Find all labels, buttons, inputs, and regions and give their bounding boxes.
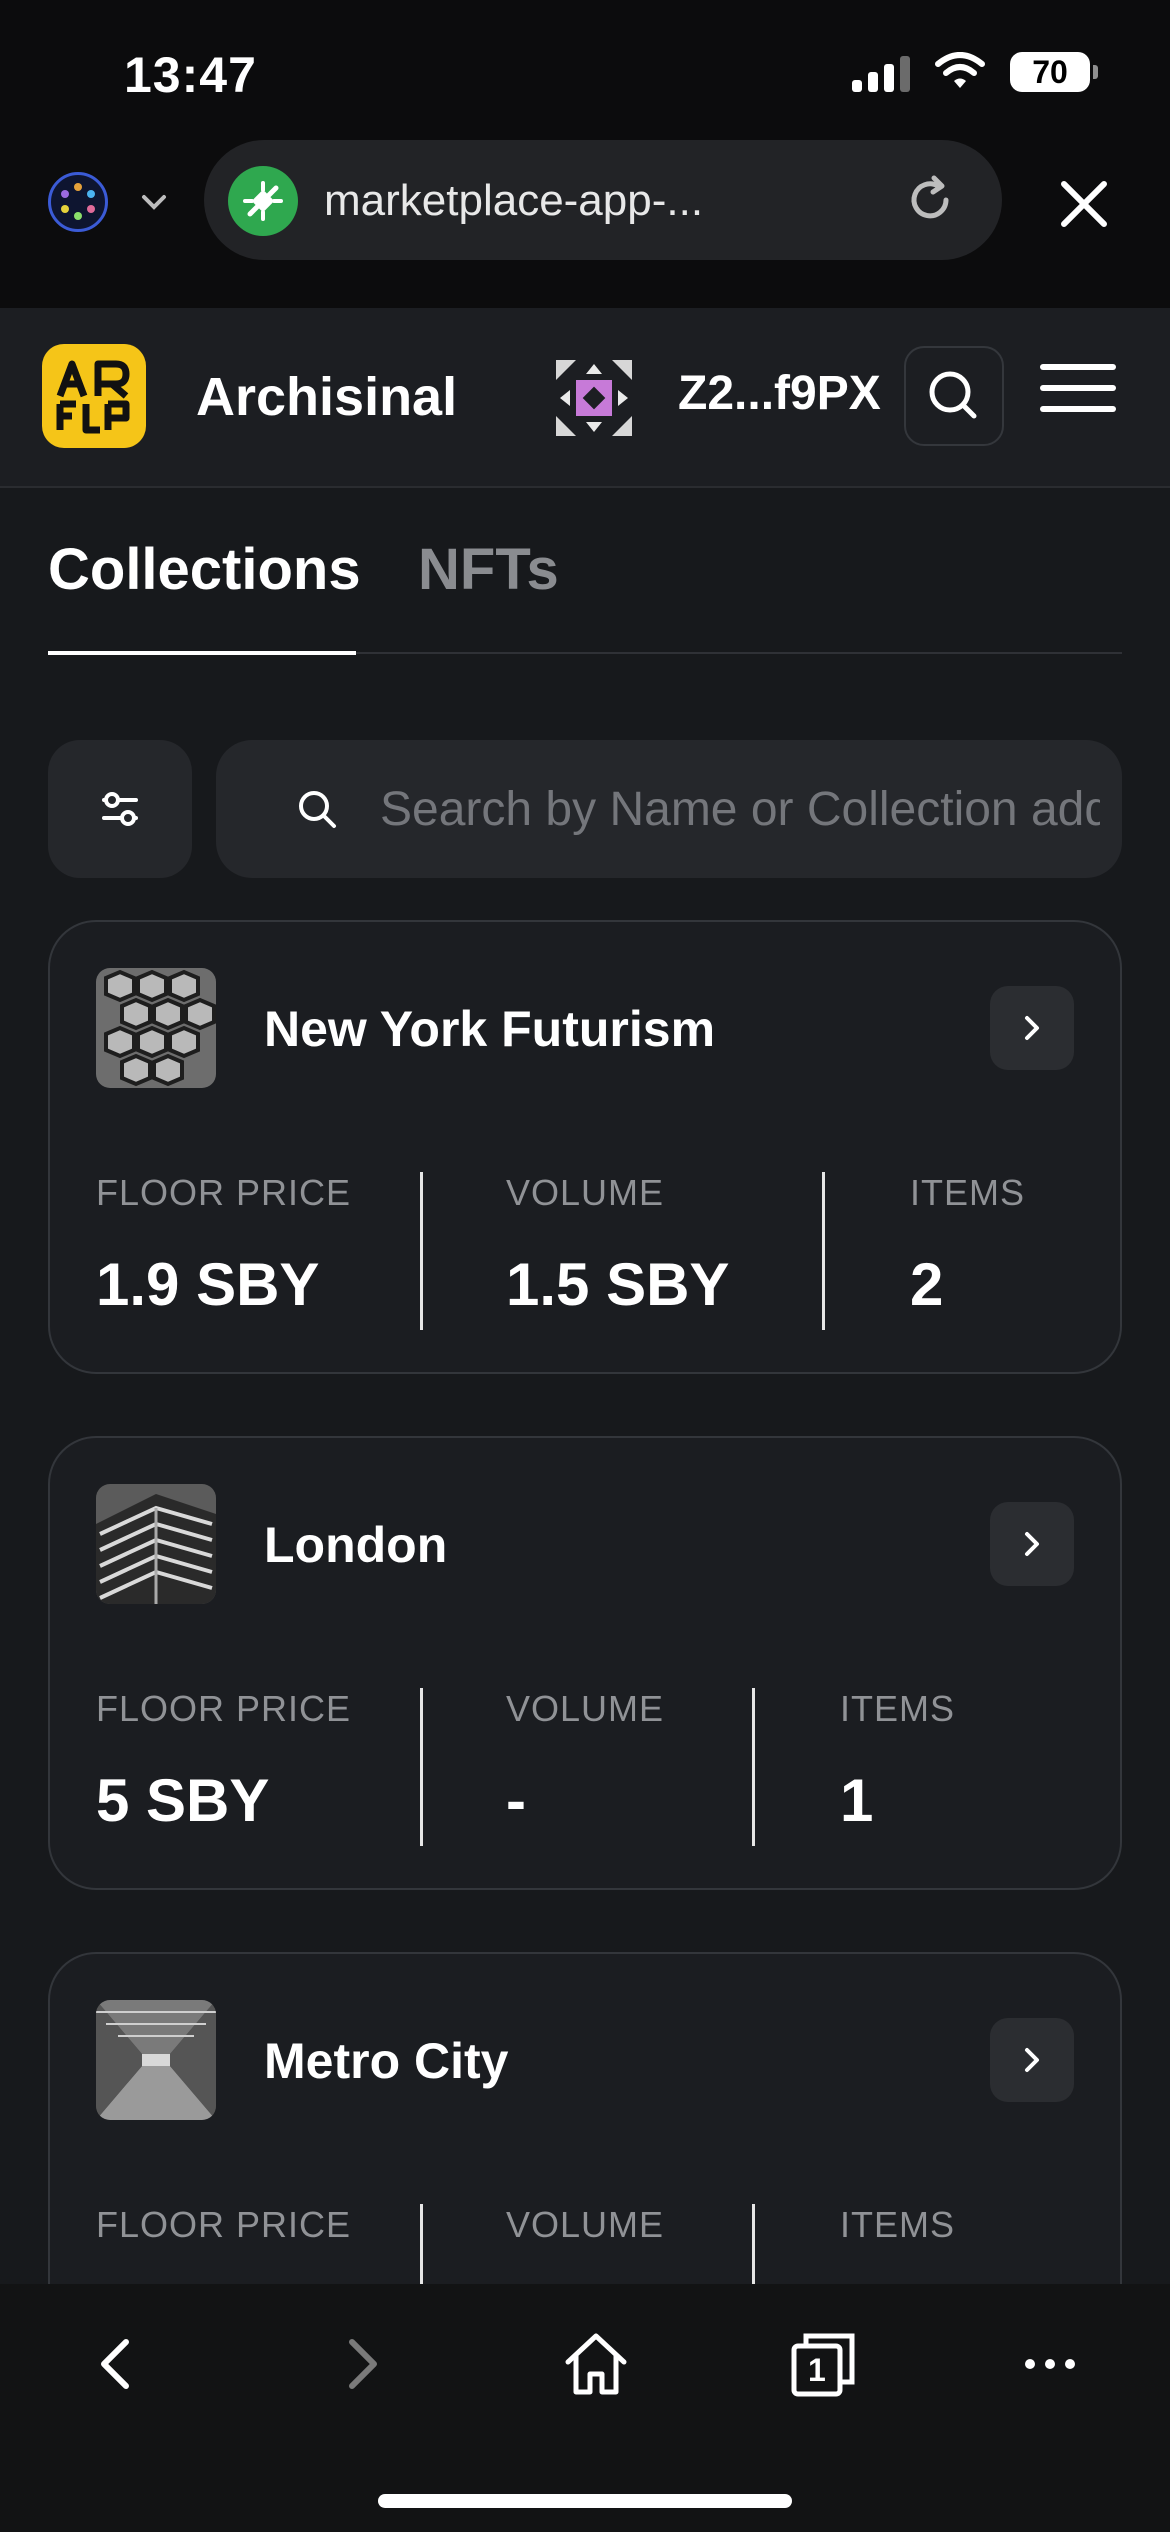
app-header: Archisinal Z2...f9PX — [0, 308, 1170, 488]
volume-stat: VOLUME — [506, 2204, 664, 2282]
stat-divider — [752, 2204, 755, 2284]
tabs-icon[interactable]: 1 — [790, 2332, 856, 2398]
site-security-icon — [228, 166, 298, 236]
search-input[interactable] — [380, 740, 1100, 878]
floor-price-stat: FLOOR PRICE 1.9 SBY — [96, 1172, 351, 1319]
stat-divider — [420, 1172, 423, 1330]
chevron-right-icon — [1025, 2048, 1039, 2072]
active-tab-indicator — [48, 651, 356, 655]
stat-divider — [420, 2204, 423, 2284]
url-text: marketplace-app-... — [324, 176, 704, 225]
search-icon — [929, 371, 977, 419]
open-collection-button[interactable] — [990, 986, 1074, 1070]
items-stat: ITEMS 1 — [840, 1688, 955, 1835]
browser-address-bar: marketplace-app-... — [0, 140, 1170, 264]
floor-price-stat: FLOOR PRICE — [96, 2204, 351, 2282]
items-label: ITEMS — [840, 2204, 956, 2245]
collection-card[interactable]: London FLOOR PRICE 5 SBY VOLUME - ITEMS … — [48, 1436, 1122, 1890]
volume-value: - — [506, 1767, 526, 1834]
wifi-icon — [935, 52, 985, 88]
collection-thumbnail — [96, 968, 216, 1088]
filter-sliders-icon — [102, 792, 138, 826]
open-collection-button[interactable] — [990, 2018, 1074, 2102]
items-stat: ITEMS — [840, 2204, 955, 2282]
browser-chrome: 13:47 70 marketplace-app-... — [0, 0, 1170, 308]
collection-name: Metro City — [264, 2033, 509, 2089]
volume-label: VOLUME — [506, 1688, 665, 1729]
floor-price-stat: FLOOR PRICE 5 SBY — [96, 1688, 351, 1835]
archisinal-logo[interactable] — [42, 344, 146, 448]
status-time: 13:47 — [124, 47, 257, 103]
close-icon[interactable] — [1054, 174, 1114, 234]
header-search-button[interactable] — [904, 346, 1004, 446]
wallet-address[interactable]: Z2...f9PX — [678, 366, 881, 421]
collection-thumbnail — [96, 1484, 216, 1604]
chevron-right-icon — [1025, 1532, 1039, 1556]
chevron-down-icon[interactable] — [134, 182, 174, 222]
cellular-signal-icon — [852, 52, 910, 92]
stat-divider — [822, 1172, 825, 1330]
hamburger-menu-icon[interactable] — [1040, 364, 1116, 428]
tab-collections[interactable]: Collections — [48, 536, 361, 603]
network-switch-icon[interactable] — [48, 172, 108, 232]
wallet-avatar-icon[interactable] — [556, 360, 632, 436]
filter-button[interactable] — [48, 740, 192, 878]
floor-price-label: FLOOR PRICE — [96, 1688, 352, 1729]
volume-label: VOLUME — [506, 1172, 665, 1213]
floor-price-value: 1.9 SBY — [96, 1251, 320, 1318]
items-value: 2 — [910, 1251, 944, 1318]
collection-thumbnail — [96, 2000, 216, 2120]
tab-nfts[interactable]: NFTs — [418, 536, 559, 603]
floor-price-label: FLOOR PRICE — [96, 1172, 352, 1213]
status-icons: 70 — [852, 52, 1098, 92]
items-label: ITEMS — [910, 1172, 1026, 1213]
volume-label: VOLUME — [506, 2204, 665, 2245]
search-icon — [299, 791, 336, 828]
collection-card[interactable]: Metro City FLOOR PRICE VOLUME ITEMS — [48, 1952, 1122, 2284]
chevron-right-icon — [1025, 1016, 1039, 1040]
items-stat: ITEMS 2 — [910, 1172, 1025, 1319]
floor-price-value: 5 SBY — [96, 1767, 270, 1834]
floor-price-label: FLOOR PRICE — [96, 2204, 352, 2245]
reload-icon[interactable] — [902, 172, 958, 228]
collection-tabs: Collections NFTs — [48, 536, 1122, 655]
url-bar[interactable]: marketplace-app-... — [204, 140, 1002, 260]
battery-icon: 70 — [1010, 52, 1098, 92]
stat-divider — [420, 1688, 423, 1846]
home-icon[interactable] — [556, 2324, 636, 2404]
back-icon[interactable] — [78, 2324, 158, 2404]
items-value: 1 — [840, 1767, 874, 1834]
tab-count: 1 — [808, 2352, 826, 2388]
collection-name: London — [264, 1517, 448, 1573]
home-indicator — [378, 2494, 792, 2508]
battery-level: 70 — [1032, 53, 1068, 90]
search-field — [216, 740, 1122, 878]
more-icon[interactable] — [1010, 2324, 1090, 2404]
stat-divider — [752, 1688, 755, 1846]
open-collection-button[interactable] — [990, 1502, 1074, 1586]
collection-name: New York Futurism — [264, 1001, 716, 1057]
collection-card[interactable]: New York Futurism FLOOR PRICE 1.9 SBY VO… — [48, 920, 1122, 1374]
brand-name[interactable]: Archisinal — [196, 366, 457, 428]
items-label: ITEMS — [840, 1688, 956, 1729]
volume-value: 1.5 SBY — [506, 1251, 730, 1318]
forward-icon[interactable] — [320, 2324, 400, 2404]
volume-stat: VOLUME - — [506, 1688, 664, 1835]
collections-list: New York Futurism FLOOR PRICE 1.9 SBY VO… — [0, 920, 1170, 2284]
volume-stat: VOLUME 1.5 SBY — [506, 1172, 729, 1319]
